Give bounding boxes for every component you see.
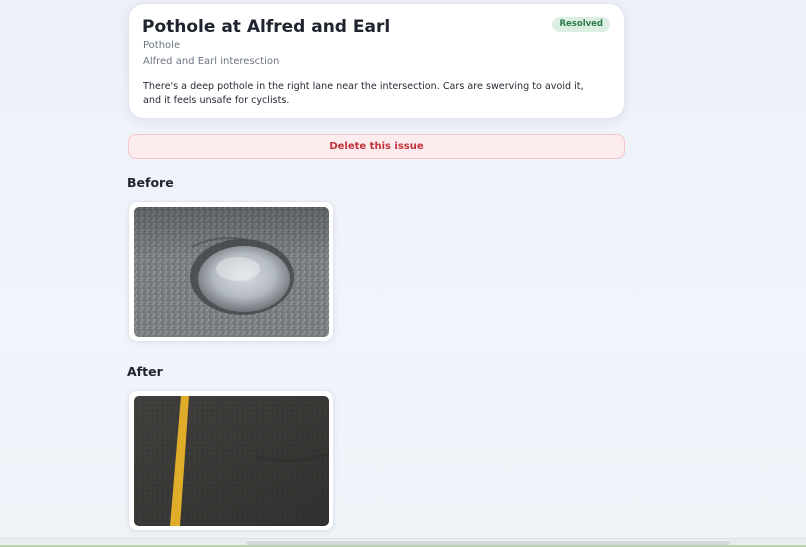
- issue-title: Pothole at Alfred and Earl: [142, 17, 391, 37]
- status-badge: Resolved: [552, 17, 610, 32]
- delete-issue-button[interactable]: Delete this issue: [128, 134, 625, 159]
- issue-location: Alfred and Earl interesction: [143, 56, 280, 67]
- after-photo-card[interactable]: [128, 390, 334, 531]
- before-photo-card[interactable]: [128, 201, 334, 342]
- issue-description: There's a deep pothole in the right lane…: [143, 81, 584, 106]
- pothole-image: [134, 207, 329, 337]
- after-photo: [134, 396, 329, 526]
- after-heading: After: [127, 364, 163, 379]
- before-heading: Before: [127, 175, 174, 190]
- issue-card: Pothole at Alfred and Earl Resolved Poth…: [128, 3, 625, 119]
- repaired-road-image: [134, 396, 329, 526]
- issue-category: Pothole: [143, 40, 181, 51]
- before-photo: [134, 207, 329, 337]
